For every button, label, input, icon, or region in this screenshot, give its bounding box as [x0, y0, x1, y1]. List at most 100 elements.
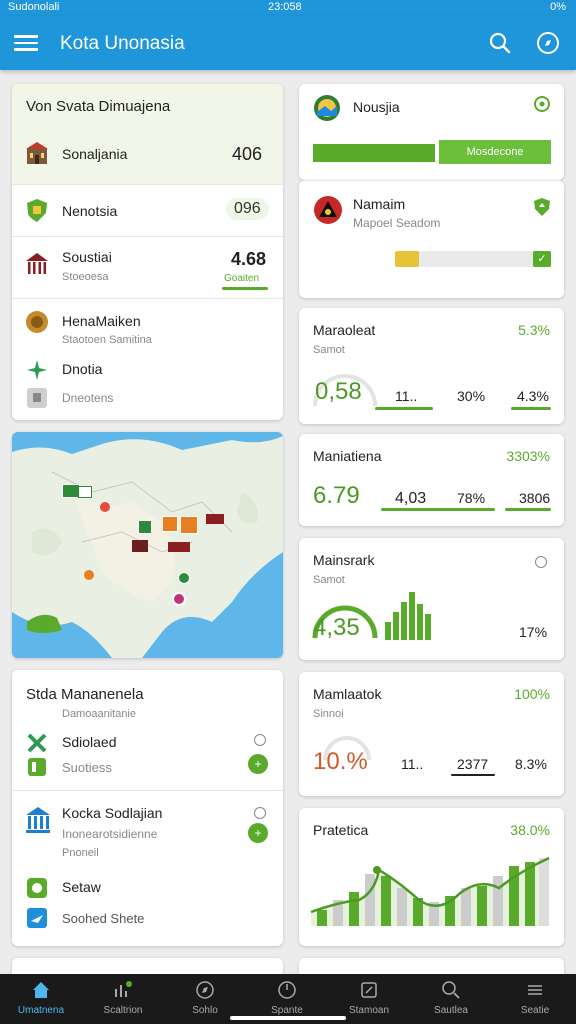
metric-title: Mainsrark: [313, 552, 375, 568]
app-bar: Kota Unonasia: [0, 16, 576, 70]
nav-item-settings[interactable]: Seatie: [494, 974, 576, 1024]
list-icon: [528, 985, 542, 995]
metric-card[interactable]: Mamlaatok Sinnoi 100% 10.% 11.. 2377 8.3…: [299, 672, 564, 796]
section-subtitle: Damoaanitanie: [62, 708, 136, 720]
landscape-icon: [314, 95, 340, 121]
map-marker[interactable]: [172, 592, 186, 606]
grid-icon: [28, 758, 46, 776]
list-item-label: Dnotia: [62, 361, 103, 377]
chart-card[interactable]: Pratetica 38.0%: [299, 808, 564, 946]
metric-secondary: 4,03: [395, 490, 427, 507]
list-item-sublabel: Pnoneil: [62, 847, 99, 859]
mini-bar-chart: [385, 592, 431, 640]
list-item-sublabel: Staotoen Samitina: [62, 334, 152, 346]
page-title: Kota Unonasia: [60, 33, 185, 54]
metric-underline: [375, 407, 433, 410]
search-icon[interactable]: [488, 31, 512, 55]
map-marker[interactable]: [78, 486, 92, 498]
info-icon[interactable]: [535, 556, 547, 568]
map-marker[interactable]: [178, 572, 190, 584]
metric-secondary: 11..: [401, 756, 424, 772]
list-item-sublabel: Stoeoesa: [62, 271, 109, 283]
metric-subtitle: Samot: [313, 344, 345, 356]
badge-icon: [27, 878, 47, 898]
check-icon[interactable]: ✓: [533, 251, 551, 267]
flag-icon: [27, 388, 47, 408]
list-item-label: Soohed Shete: [62, 911, 145, 926]
home-icon: [33, 982, 49, 998]
metric-title: Mamlaatok: [313, 686, 382, 702]
radio-icon[interactable]: [254, 734, 266, 746]
map-card[interactable]: [12, 432, 283, 658]
metric-value: 0,58: [315, 378, 362, 405]
progress-fill: [395, 251, 419, 267]
star-icon: [27, 360, 47, 380]
map-marker[interactable]: [180, 516, 198, 534]
metric-third: 78%: [457, 490, 486, 506]
list-item[interactable]: HenaMaiken Staotoen Samitina Dnotia Dneo…: [12, 298, 283, 420]
map-marker[interactable]: [206, 514, 224, 524]
metric-underline: [511, 407, 551, 410]
clock: 23:058: [268, 1, 302, 13]
map-marker[interactable]: [84, 570, 94, 580]
metric-value: 4,35: [313, 614, 360, 641]
list-item-label: Nenotsia: [62, 203, 118, 219]
map-marker[interactable]: [132, 540, 148, 552]
gauge-icon: [278, 981, 296, 999]
location-icon[interactable]: [532, 94, 552, 114]
map-marker[interactable]: [100, 502, 110, 512]
list-item-value: 096: [226, 198, 269, 220]
metric-percent: 3303%: [506, 448, 550, 464]
summary-item-label: Sonaljania: [62, 146, 128, 162]
metric-percent: 100%: [514, 686, 550, 702]
list-item-label: Kocka Sodlajian: [62, 805, 163, 821]
metric-subtitle: Samot: [313, 574, 345, 586]
metric-fourth: 3806: [519, 490, 551, 506]
summary-item-value: 406: [232, 144, 263, 164]
metric-card[interactable]: Mainsrark Samot 4,35 17%: [299, 538, 564, 660]
progress-card[interactable]: Nousjia Mosdecone: [299, 84, 564, 180]
nav-item-search[interactable]: Sautlea: [410, 974, 492, 1024]
lion-icon: [26, 311, 48, 333]
card-label: Nousjia: [353, 99, 400, 115]
radio-icon[interactable]: [254, 807, 266, 819]
search-icon: [442, 981, 460, 999]
shield-icon: [27, 199, 47, 222]
progress-segment: [313, 144, 435, 162]
metric-card[interactable]: Maniatiena 3303% 6.79 4,03 78% 3806: [299, 434, 564, 526]
list-item-label: Sdiolaed: [62, 734, 117, 750]
metric-value: 6.79: [313, 482, 360, 509]
trend-chart: [310, 856, 550, 926]
metric-underline: [381, 508, 495, 511]
map-marker[interactable]: [168, 542, 190, 552]
compass-icon[interactable]: [536, 31, 560, 55]
metric-fourth: 4.3%: [517, 388, 549, 404]
metric-third: 2377: [457, 756, 489, 772]
progress-card[interactable]: Namaim Mapoel Seadom ✓: [299, 180, 564, 298]
list-item[interactable]: Nenotsia 096: [12, 184, 283, 236]
carrier-label: Sudonolali: [8, 1, 60, 13]
list-item-sublabel: Inonearotsidienne: [62, 827, 158, 841]
map-marker[interactable]: [138, 520, 152, 534]
building-icon: [26, 142, 48, 164]
compass-icon: [196, 981, 214, 999]
nav-item-home[interactable]: Umatnena: [0, 974, 82, 1024]
metric-title: Pratetica: [313, 822, 369, 838]
action-icon[interactable]: +: [248, 823, 268, 843]
metric-underline: [505, 508, 551, 511]
nav-label: Sohlo: [192, 1005, 218, 1016]
nav-item-transactions[interactable]: Scaltrion: [82, 974, 164, 1024]
metric-percent: 5.3%: [518, 322, 550, 338]
list-item[interactable]: Soustiai Stoeoesa 4.68 Goaiten: [12, 236, 283, 298]
list-item[interactable]: Kocka Sodlajian Inonearotsidienne Pnonei…: [12, 790, 283, 946]
map-marker[interactable]: [162, 516, 178, 532]
menu-icon[interactable]: [14, 31, 38, 55]
list-item-label: HenaMaiken: [62, 313, 141, 329]
shield-icon[interactable]: [532, 197, 552, 217]
action-icon[interactable]: +: [248, 754, 268, 774]
home-indicator[interactable]: [230, 1016, 346, 1020]
metric-card[interactable]: Maraoleat Samot 5.3% 0,58 11.. 30% 4.3%: [299, 308, 564, 424]
metric-value: 10.%: [313, 748, 368, 775]
metric-title: Maniatiena: [313, 448, 382, 464]
metric-third: 17%: [519, 624, 548, 640]
